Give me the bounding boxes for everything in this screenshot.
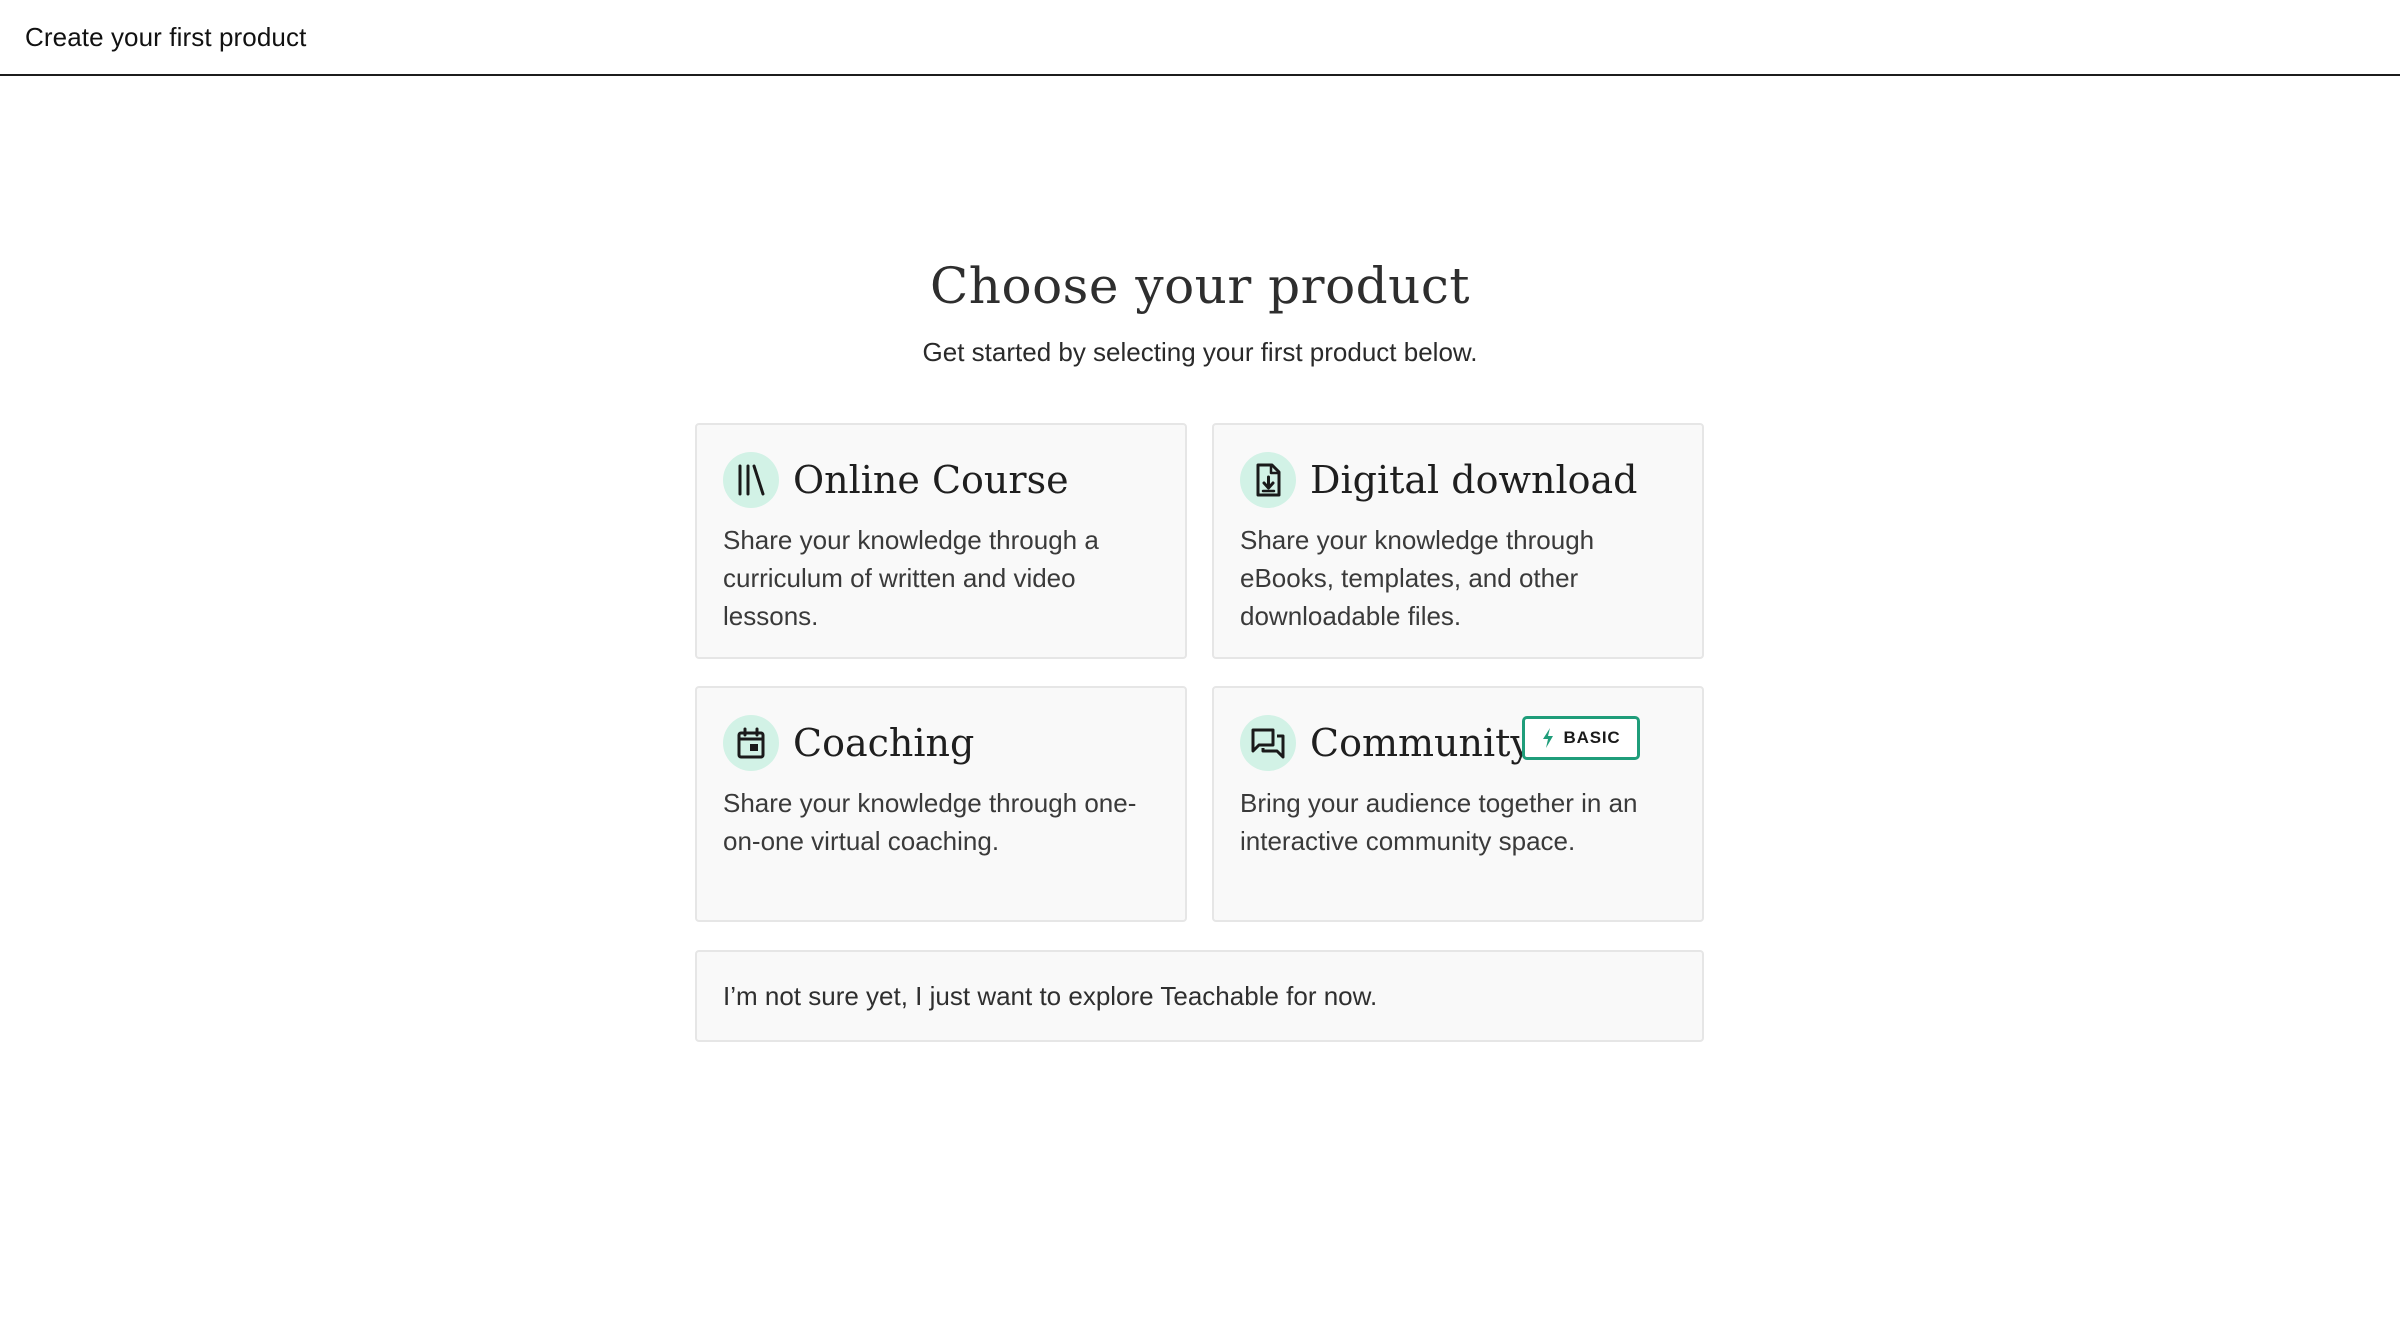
product-card-title: Online Course xyxy=(793,458,1069,502)
product-card-description: Share your knowledge through one-on-one … xyxy=(723,788,1137,856)
product-card-community[interactable]: Community BASIC Bring your audience toge… xyxy=(1212,686,1704,922)
explore-teachable-option[interactable]: I’m not sure yet, I just want to explore… xyxy=(695,950,1704,1042)
file-download-icon xyxy=(1240,452,1296,508)
product-card-coaching[interactable]: Coaching Share your knowledge through on… xyxy=(695,686,1187,922)
chat-bubbles-icon xyxy=(1240,715,1296,771)
page-subtitle: Get started by selecting your first prod… xyxy=(922,337,1478,367)
product-card-description: Bring your audience together in an inter… xyxy=(1240,788,1638,856)
lightning-bolt-icon xyxy=(1542,728,1554,748)
product-card-description: Share your knowledge through eBooks, tem… xyxy=(1240,525,1595,631)
product-card-digital-download[interactable]: Digital download Share your knowledge th… xyxy=(1212,423,1704,659)
calendar-icon xyxy=(723,715,779,771)
product-card-title: Coaching xyxy=(793,721,975,765)
product-card-title: Digital download xyxy=(1310,458,1638,502)
product-card-description: Share your knowledge through a curriculu… xyxy=(723,525,1099,631)
page-title: Choose your product xyxy=(930,257,1470,315)
plan-badge-label: BASIC xyxy=(1563,728,1621,747)
library-books-icon xyxy=(723,452,779,508)
explore-option-label: I’m not sure yet, I just want to explore… xyxy=(723,981,1378,1011)
page-header-title: Create your first product xyxy=(25,22,307,52)
product-card-online-course[interactable]: Online Course Share your knowledge throu… xyxy=(695,423,1187,659)
plan-badge: BASIC xyxy=(1522,716,1640,760)
top-bar: Create your first product xyxy=(0,0,2400,76)
product-card-title: Community xyxy=(1310,721,1532,765)
